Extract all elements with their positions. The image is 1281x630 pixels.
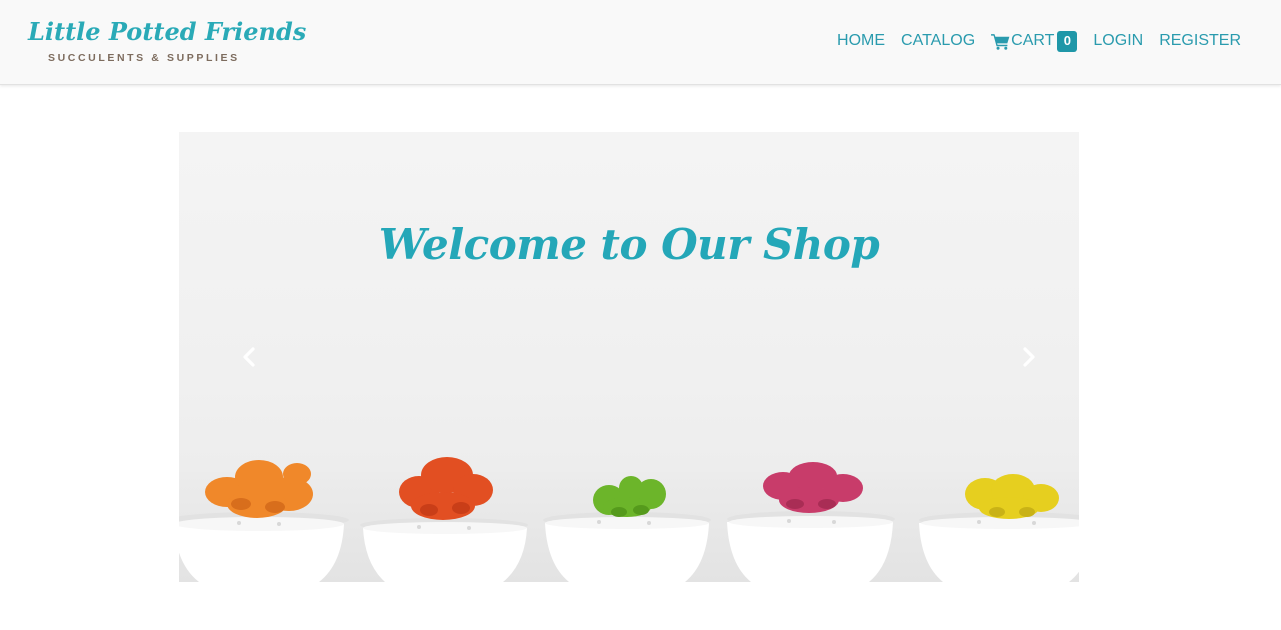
carousel-indicator-2[interactable] [614,554,644,557]
shopping-cart-icon [991,33,1010,50]
chevron-right-icon [1023,347,1035,367]
pink-succulent-pot [727,462,895,582]
green-succulent-pot [543,476,711,582]
cart-label: CART [1011,32,1055,49]
red-succulent-pot [360,457,528,582]
orange-succulent-pot [179,460,349,582]
brand-title: Little Potted Friends [28,17,307,46]
yellow-succulent-pot [919,474,1079,582]
carousel-indicator-1[interactable] [578,554,608,557]
navbar: Little Potted Friends SUCCULENTS & SUPPL… [0,0,1281,85]
cart-count-badge: 0 [1057,30,1078,52]
hero-carousel: Welcome to Our Shop [179,132,1079,582]
chevron-left-icon [243,347,255,367]
hero-heading: Welcome to Our Shop [378,220,880,269]
carousel-indicators [179,554,1079,557]
carousel-next-button[interactable] [999,332,1059,382]
brand-subtitle: SUCCULENTS & SUPPLIES [48,52,240,64]
nav-home-link[interactable]: HOME [837,30,885,52]
main-nav: HOME CATALOG CART 0 LOGIN REGISTER [837,30,1241,52]
succulent-pots-image [179,457,1079,582]
nav-login-link[interactable]: LOGIN [1093,30,1143,52]
nav-register-link[interactable]: REGISTER [1159,30,1241,52]
carousel-indicator-3[interactable] [650,554,680,557]
nav-catalog-link[interactable]: CATALOG [901,30,975,52]
carousel-prev-button[interactable] [219,332,279,382]
brand-logo-link[interactable]: Little Potted Friends SUCCULENTS & SUPPL… [28,14,307,64]
nav-cart-link[interactable]: CART 0 [991,30,1078,52]
